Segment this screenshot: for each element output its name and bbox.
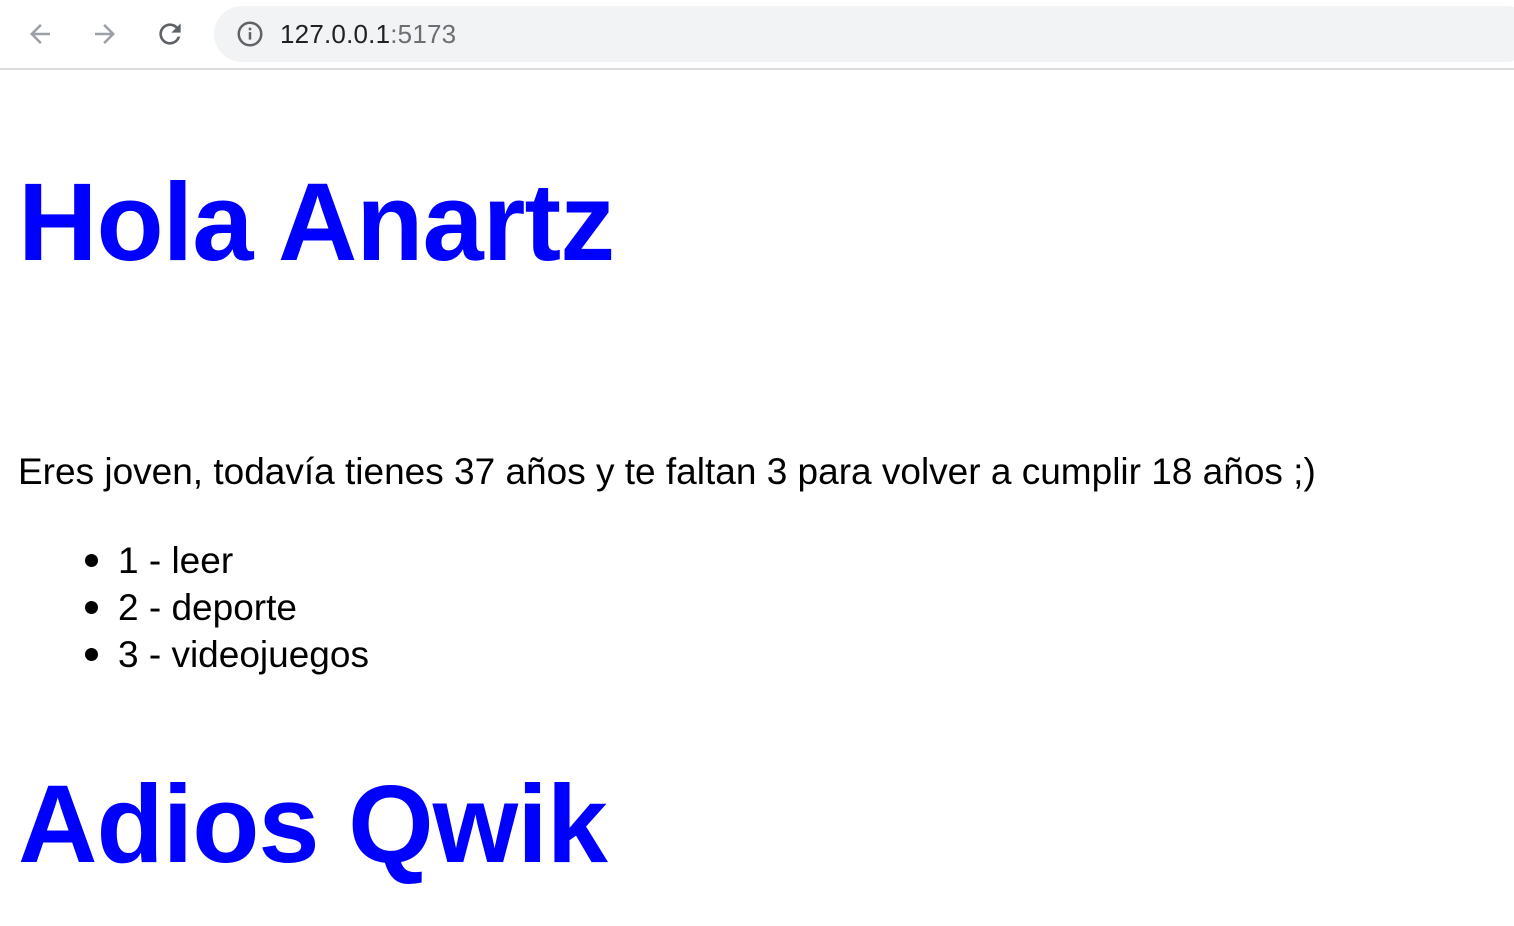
list-item: 2 - deporte (80, 584, 369, 631)
url-port: :5173 (390, 18, 457, 49)
greeting-heading: Hola Anartz (18, 161, 615, 284)
arrow-right-icon (95, 24, 115, 44)
list-item-label: 3 - videojuegos (118, 634, 369, 675)
farewell-heading: Adios Qwik (18, 763, 608, 886)
reload-button[interactable] (150, 14, 190, 54)
bullet (85, 601, 98, 614)
info-icon[interactable] (234, 18, 266, 50)
back-button[interactable] (20, 14, 60, 54)
browser-toolbar: 127.0.0.1:5173 (0, 0, 1514, 70)
forward-button[interactable] (85, 14, 125, 54)
list-item-label: 1 - leer (118, 540, 234, 581)
list-item-label: 2 - deporte (118, 587, 297, 628)
url-text[interactable]: 127.0.0.1:5173 (280, 19, 456, 50)
hobbies-list: 1 - leer 2 - deporte 3 - videojuegos (80, 537, 369, 678)
address-bar[interactable]: 127.0.0.1:5173 (214, 6, 1514, 62)
age-sentence: Eres joven, todavía tienes 37 años y te … (18, 451, 1316, 492)
url-host: 127.0.0.1 (280, 18, 391, 49)
reload-icon (159, 23, 181, 45)
bullet (85, 554, 98, 567)
arrow-left-icon (30, 24, 50, 44)
page-content: Hola Anartz Eres joven, todavía tienes 3… (0, 70, 1514, 926)
list-item: 3 - videojuegos (80, 631, 369, 678)
bullet (85, 648, 98, 661)
list-item: 1 - leer (80, 537, 369, 584)
